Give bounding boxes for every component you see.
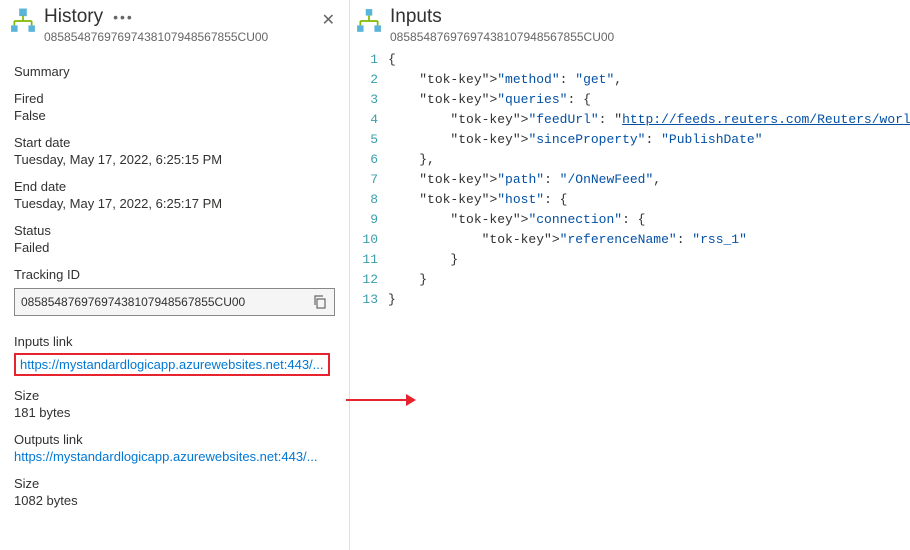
fired-value: False [14,108,335,123]
end-date-label: End date [14,179,335,194]
outputs-size-label: Size [14,476,335,491]
json-code: { "tok-key">"method": "get", "tok-key">"… [388,50,910,310]
annotation-arrow-icon [346,399,414,401]
summary-label: Summary [14,64,335,79]
more-icon[interactable]: ••• [113,9,134,25]
inputs-link-label: Inputs link [14,334,335,349]
history-body: Summary Fired False Start date Tuesday, … [0,46,349,522]
tracking-id-field: 08585487697697438107948567855CU00 [14,288,335,316]
status-value: Failed [14,240,335,255]
json-editor[interactable]: 12345678910111213 { "tok-key">"method": … [350,46,910,310]
inputs-title: Inputs [390,6,442,28]
tracking-id-value: 08585487697697438107948567855CU00 [21,295,312,309]
logic-app-icon [356,8,382,34]
inputs-panel: Inputs 08585487697697438107948567855CU00… [350,0,910,550]
inputs-size-value: 181 bytes [14,405,335,420]
logic-app-icon [10,8,36,34]
start-date-label: Start date [14,135,335,150]
inputs-link[interactable]: https://mystandardlogicapp.azurewebsites… [20,357,324,372]
line-gutter: 12345678910111213 [350,50,388,310]
inputs-size-label: Size [14,388,335,403]
inputs-header: Inputs 08585487697697438107948567855CU00… [350,0,910,46]
inputs-run-id: 08585487697697438107948567855CU00 [390,30,910,44]
status-label: Status [14,223,335,238]
outputs-link-label: Outputs link [14,432,335,447]
copy-icon[interactable] [312,294,328,310]
start-date-value: Tuesday, May 17, 2022, 6:25:15 PM [14,152,335,167]
close-icon[interactable]: ✕ [318,8,339,32]
tracking-id-label: Tracking ID [14,267,335,282]
inputs-link-highlight: https://mystandardlogicapp.azurewebsites… [14,353,330,376]
history-header: History ••• 0858548769769743810794856785… [0,0,349,46]
history-title: History [44,6,103,28]
outputs-link[interactable]: https://mystandardlogicapp.azurewebsites… [14,449,334,464]
history-run-id: 08585487697697438107948567855CU00 [44,30,339,44]
history-panel: History ••• 0858548769769743810794856785… [0,0,350,550]
outputs-size-value: 1082 bytes [14,493,335,508]
fired-label: Fired [14,91,335,106]
end-date-value: Tuesday, May 17, 2022, 6:25:17 PM [14,196,335,211]
